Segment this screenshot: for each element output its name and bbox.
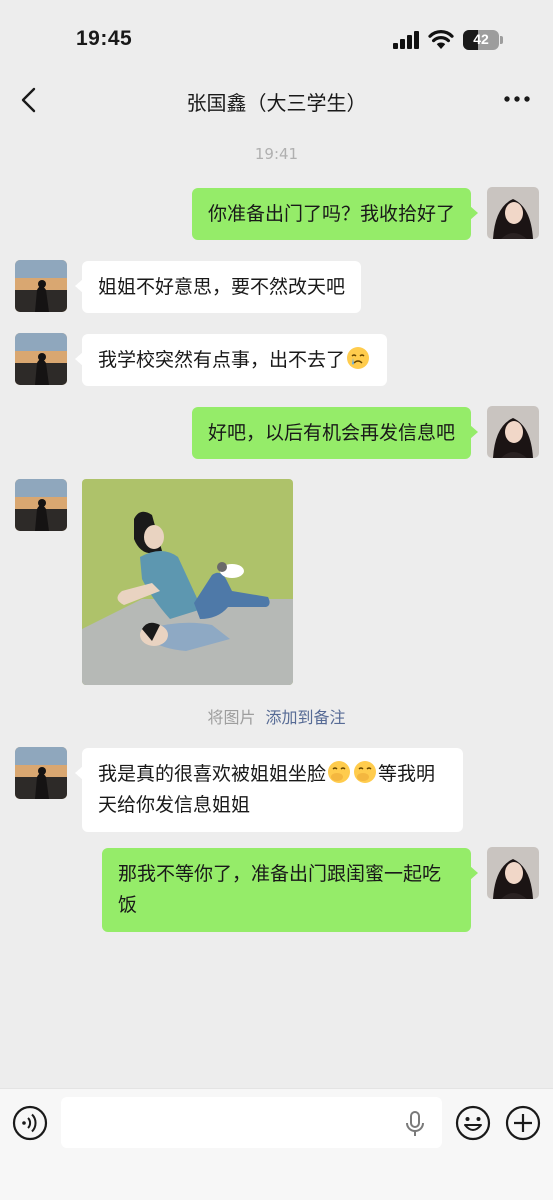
status-bar: 19:45 42	[0, 0, 553, 80]
message-bubble-sent[interactable]: 那我不等你了，准备出门跟闺蜜一起吃饭	[102, 848, 478, 932]
battery-icon: 42	[463, 30, 499, 50]
contact-avatar[interactable]	[15, 333, 67, 385]
contact-avatar[interactable]	[15, 747, 67, 799]
add-to-remark-link[interactable]: 添加到备注	[266, 708, 346, 727]
my-avatar[interactable]	[487, 406, 539, 458]
voice-input-button[interactable]	[12, 1105, 48, 1141]
cellular-signal-icon	[393, 31, 421, 49]
message-bubble-sent[interactable]: 你准备出门了吗？我收拾好了	[191, 188, 479, 240]
message-text: 我是真的很喜欢被姐姐坐脸	[98, 763, 327, 785]
contact-avatar[interactable]	[15, 260, 67, 312]
message-bubble-sent[interactable]: 好吧，以后有机会再发信息吧	[191, 407, 479, 459]
my-avatar[interactable]	[487, 187, 539, 239]
message-bubble-received[interactable]: 我学校突然有点事，出不去了	[74, 334, 388, 386]
message-timestamp: 19:41	[254, 145, 299, 163]
message-bubble-received[interactable]: 我是真的很喜欢被姐姐坐脸 等我明天给你发信息姐姐	[75, 748, 463, 832]
face-with-hand-over-mouth-emoji-icon	[354, 761, 377, 783]
face-with-hand-over-mouth-emoji-icon	[328, 761, 351, 783]
system-note: 将图片 添加到备注	[0, 704, 553, 728]
chat-title: 张国鑫（大三学生）	[186, 91, 367, 115]
system-note-text: 将图片	[207, 708, 256, 727]
more-options-button[interactable]	[498, 85, 536, 113]
more-functions-button[interactable]	[505, 1105, 541, 1141]
message-bubble-received[interactable]: 姐姐不好意思，要不然改天吧	[74, 261, 362, 313]
wifi-icon	[428, 30, 454, 49]
emoji-button[interactable]	[455, 1105, 491, 1141]
status-time: 19:45	[76, 27, 133, 50]
crying-face-emoji-icon	[347, 347, 370, 369]
message-text: 我学校突然有点事，出不去了	[98, 349, 346, 371]
nav-bar: 张国鑫（大三学生）	[0, 72, 553, 128]
message-input[interactable]	[61, 1097, 442, 1148]
image-message[interactable]	[82, 479, 293, 685]
battery-tip	[500, 36, 503, 44]
microphone-icon[interactable]	[405, 1111, 425, 1137]
contact-avatar[interactable]	[15, 479, 67, 531]
my-avatar[interactable]	[487, 847, 539, 899]
input-bar	[0, 1088, 553, 1200]
battery-level: 42	[473, 31, 489, 47]
